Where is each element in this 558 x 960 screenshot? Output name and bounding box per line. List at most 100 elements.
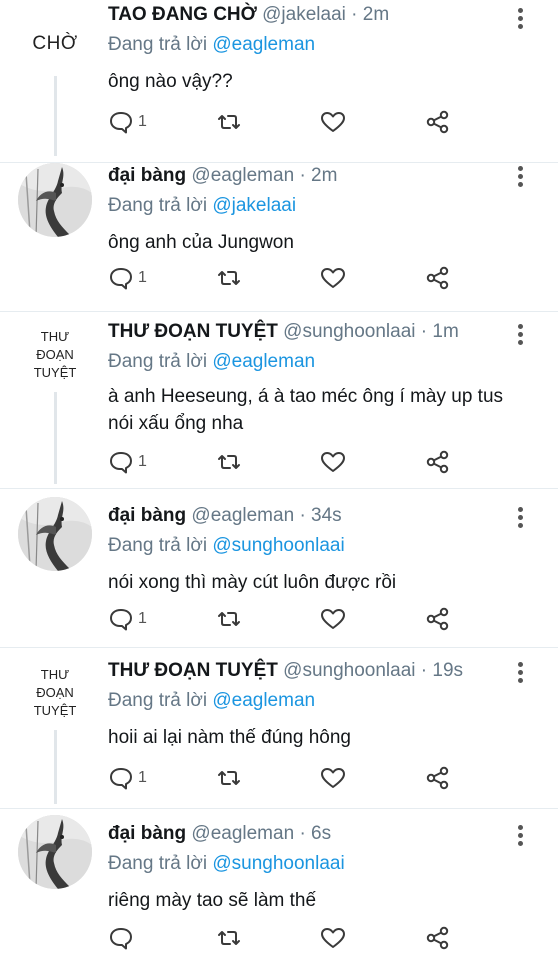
retweet-button[interactable] bbox=[215, 606, 243, 632]
action-bar bbox=[108, 925, 458, 951]
action-bar: 1 bbox=[108, 265, 458, 291]
tweet[interactable]: đại bàng @eagleman · 2m Đang trả lời @ja… bbox=[0, 163, 558, 311]
display-name[interactable]: đại bàng bbox=[108, 823, 186, 844]
reply-mention[interactable]: @sunghoonlaai bbox=[212, 853, 344, 874]
separator: · bbox=[299, 505, 306, 526]
share-button[interactable] bbox=[425, 765, 451, 791]
action-bar: 1 bbox=[108, 765, 458, 791]
avatar[interactable]: THƯ ĐOẠN TUYỆT bbox=[18, 328, 92, 382]
like-button[interactable] bbox=[320, 449, 346, 475]
timestamp[interactable]: 19s bbox=[432, 660, 463, 681]
more-vertical-icon[interactable] bbox=[514, 324, 526, 348]
action-bar: 1 bbox=[108, 606, 458, 632]
share-icon bbox=[425, 110, 451, 134]
user-handle[interactable]: @sunghoonlaai bbox=[283, 321, 415, 342]
avatar-text-line: THƯ bbox=[40, 667, 70, 682]
timestamp[interactable]: 1m bbox=[432, 321, 458, 342]
display-name[interactable]: THƯ ĐOẠN TUYỆT bbox=[108, 321, 278, 342]
tweet[interactable]: THƯ ĐOẠN TUYỆT THƯ ĐOẠN TUYỆT @sunghoonl… bbox=[0, 648, 558, 808]
tweet-text: ông nào vậy?? bbox=[108, 71, 233, 92]
retweet-button[interactable] bbox=[215, 449, 243, 475]
reply-count: 1 bbox=[138, 453, 147, 470]
reply-prefix: Đang trả lời bbox=[108, 195, 208, 216]
user-handle[interactable]: @eagleman bbox=[191, 165, 294, 186]
avatar[interactable]: THƯ ĐOẠN TUYỆT bbox=[18, 666, 92, 720]
action-bar: 1 bbox=[108, 109, 458, 135]
like-button[interactable] bbox=[320, 265, 346, 291]
share-button[interactable] bbox=[425, 925, 451, 951]
timestamp[interactable]: 2m bbox=[363, 4, 389, 25]
reply-context: Đang trả lời @jakelaai bbox=[108, 193, 518, 219]
reply-prefix: Đang trả lời bbox=[108, 853, 208, 874]
display-name[interactable]: đại bàng bbox=[108, 505, 186, 526]
tweet-text: ông anh của Jungwon bbox=[108, 232, 294, 253]
avatar[interactable] bbox=[18, 497, 92, 571]
like-button[interactable] bbox=[320, 925, 346, 951]
retweet-button[interactable] bbox=[215, 765, 243, 791]
tweet[interactable]: đại bàng @eagleman · 6s Đang trả lời @su… bbox=[0, 809, 558, 960]
reply-prefix: Đang trả lời bbox=[108, 690, 208, 711]
retweet-button[interactable] bbox=[215, 925, 243, 951]
retweet-button[interactable] bbox=[215, 109, 243, 135]
avatar-text-line: TUYỆT bbox=[33, 365, 77, 380]
share-icon bbox=[425, 607, 451, 631]
user-handle[interactable]: @eagleman bbox=[191, 823, 294, 844]
heart-icon bbox=[320, 607, 346, 631]
more-vertical-icon[interactable] bbox=[514, 8, 526, 32]
tweet-header: THƯ ĐOẠN TUYỆT @sunghoonlaai · 19s bbox=[108, 658, 518, 684]
separator: · bbox=[420, 321, 428, 342]
tweet[interactable]: CHỜ TAO ĐANG CHỜ @jakelaai · 2m Đang trả… bbox=[0, 0, 558, 162]
more-vertical-icon[interactable] bbox=[514, 166, 526, 190]
comment-bubble-icon bbox=[108, 110, 134, 134]
share-button[interactable] bbox=[425, 606, 451, 632]
like-button[interactable] bbox=[320, 765, 346, 791]
separator: · bbox=[351, 4, 358, 25]
display-name[interactable]: TAO ĐANG CHỜ bbox=[108, 4, 257, 25]
tweet-text: hoii ai lại nàm thế đúng hông bbox=[108, 727, 351, 748]
reply-button[interactable]: 1 bbox=[108, 265, 147, 291]
reply-count: 1 bbox=[138, 113, 147, 130]
reply-button[interactable] bbox=[108, 925, 134, 951]
retweet-icon bbox=[215, 110, 243, 134]
avatar[interactable]: CHỜ bbox=[18, 32, 92, 56]
retweet-icon bbox=[215, 450, 243, 474]
more-vertical-icon[interactable] bbox=[514, 825, 526, 849]
user-handle[interactable]: @eagleman bbox=[191, 505, 294, 526]
timestamp[interactable]: 6s bbox=[311, 823, 331, 844]
tweet[interactable]: đại bàng @eagleman · 34s Đang trả lời @s… bbox=[0, 489, 558, 647]
share-button[interactable] bbox=[425, 109, 451, 135]
reply-button[interactable]: 1 bbox=[108, 765, 147, 791]
reply-mention[interactable]: @jakelaai bbox=[212, 195, 296, 216]
user-handle[interactable]: @sunghoonlaai bbox=[283, 660, 415, 681]
display-name[interactable]: đại bàng bbox=[108, 165, 186, 186]
comment-bubble-icon bbox=[108, 266, 134, 290]
share-button[interactable] bbox=[425, 449, 451, 475]
reply-button[interactable]: 1 bbox=[108, 449, 147, 475]
eagle-photo-icon bbox=[18, 163, 92, 237]
reply-mention[interactable]: @eagleman bbox=[212, 34, 315, 55]
reply-mention[interactable]: @eagleman bbox=[212, 690, 315, 711]
timestamp[interactable]: 2m bbox=[311, 165, 337, 186]
reply-mention[interactable]: @sunghoonlaai bbox=[212, 535, 344, 556]
share-button[interactable] bbox=[425, 265, 451, 291]
comment-bubble-icon bbox=[108, 450, 134, 474]
eagle-photo-icon bbox=[18, 497, 92, 571]
reply-button[interactable]: 1 bbox=[108, 606, 147, 632]
reply-mention[interactable]: @eagleman bbox=[212, 351, 315, 372]
like-button[interactable] bbox=[320, 606, 346, 632]
like-button[interactable] bbox=[320, 109, 346, 135]
reply-button[interactable]: 1 bbox=[108, 109, 147, 135]
reply-context: Đang trả lời @sunghoonlaai bbox=[108, 851, 518, 877]
avatar[interactable] bbox=[18, 163, 92, 237]
reply-prefix: Đang trả lời bbox=[108, 535, 208, 556]
retweet-button[interactable] bbox=[215, 265, 243, 291]
tweet-header: đại bàng @eagleman · 6s bbox=[108, 821, 518, 847]
thread-line bbox=[54, 730, 57, 804]
more-vertical-icon[interactable] bbox=[514, 507, 526, 531]
timestamp[interactable]: 34s bbox=[311, 505, 342, 526]
avatar[interactable] bbox=[18, 815, 92, 889]
tweet[interactable]: THƯ ĐOẠN TUYỆT THƯ ĐOẠN TUYỆT @sunghoonl… bbox=[0, 312, 558, 488]
user-handle[interactable]: @jakelaai bbox=[262, 4, 346, 25]
display-name[interactable]: THƯ ĐOẠN TUYỆT bbox=[108, 660, 278, 681]
more-vertical-icon[interactable] bbox=[514, 662, 526, 686]
